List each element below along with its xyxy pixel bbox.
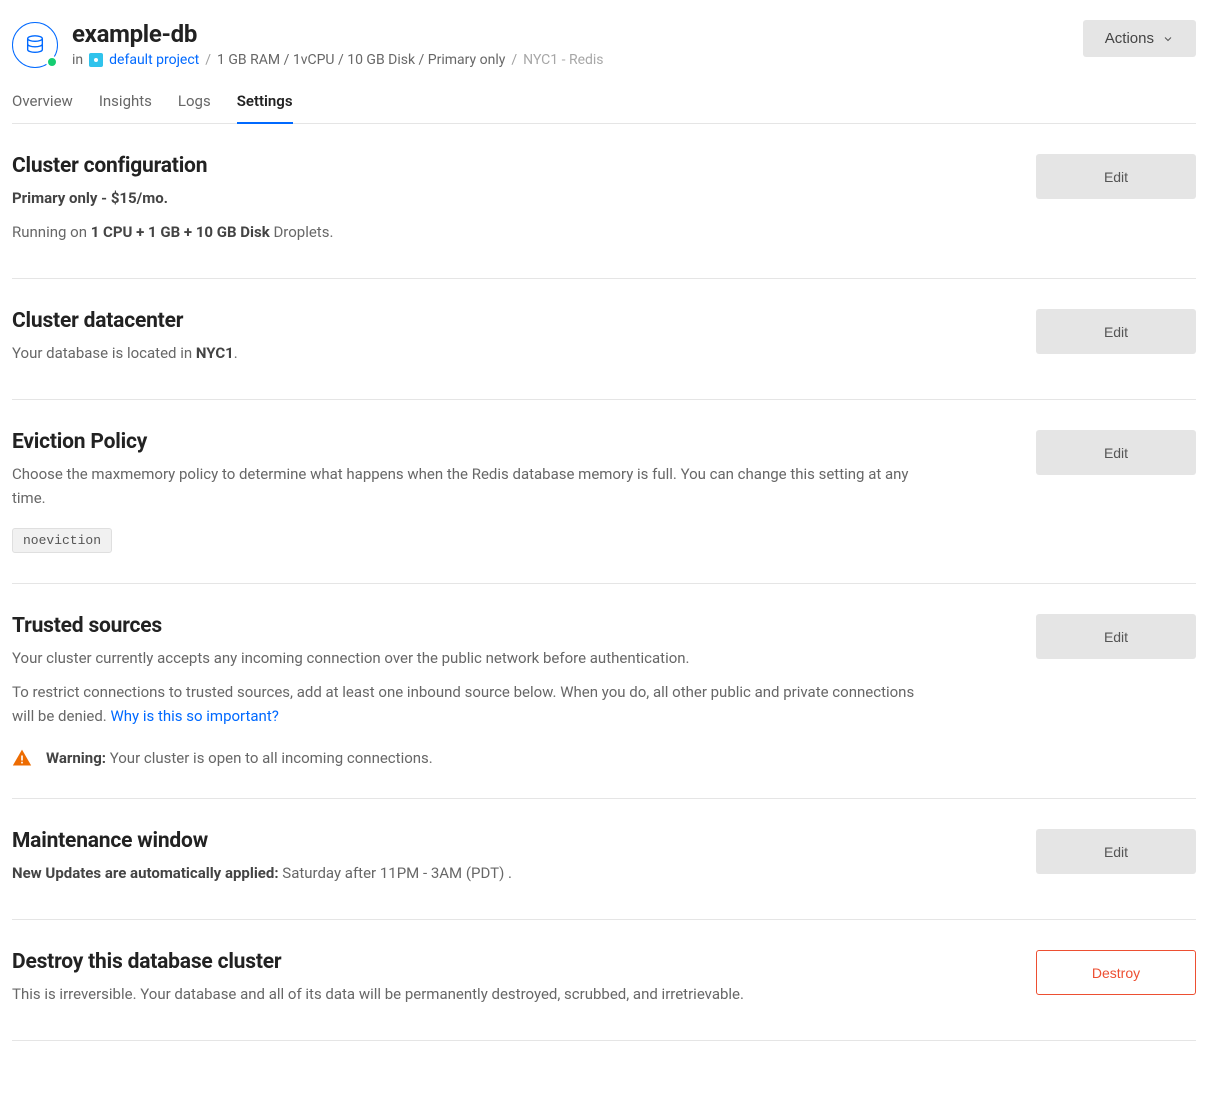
section-title: Eviction Policy xyxy=(12,430,932,454)
section-cluster-datacenter: Cluster datacenter Your database is loca… xyxy=(12,279,1196,400)
database-icon xyxy=(12,22,58,68)
separator-icon: / xyxy=(511,52,517,68)
header-left: example-db in default project / 1 GB RAM… xyxy=(12,20,604,68)
datacenter-text: Your database is located in NYC1. xyxy=(12,341,932,365)
tab-insights[interactable]: Insights xyxy=(99,92,152,124)
destroy-button[interactable]: Destroy xyxy=(1036,950,1196,995)
tabs: Overview Insights Logs Settings xyxy=(12,92,1196,124)
edit-button[interactable]: Edit xyxy=(1036,614,1196,659)
section-eviction-policy: Eviction Policy Choose the maxmemory pol… xyxy=(12,400,1196,584)
tab-settings[interactable]: Settings xyxy=(237,92,293,124)
running-text: Running on 1 CPU + 1 GB + 10 GB Disk Dro… xyxy=(12,220,932,244)
edit-button[interactable]: Edit xyxy=(1036,309,1196,354)
meta-in: in xyxy=(72,52,83,68)
maintenance-text: New Updates are automatically applied: S… xyxy=(12,861,932,885)
title-block: example-db in default project / 1 GB RAM… xyxy=(72,20,604,68)
section-title: Maintenance window xyxy=(12,829,932,853)
edit-button[interactable]: Edit xyxy=(1036,829,1196,874)
region-engine: NYC1 - Redis xyxy=(523,52,603,68)
destroy-desc: This is irreversible. Your database and … xyxy=(12,982,932,1006)
eviction-desc: Choose the maxmemory policy to determine… xyxy=(12,462,932,510)
tab-overview[interactable]: Overview xyxy=(12,92,73,124)
project-icon xyxy=(89,53,103,67)
section-destroy: Destroy this database cluster This is ir… xyxy=(12,920,1196,1041)
separator-icon: / xyxy=(205,52,211,68)
actions-label: Actions xyxy=(1105,30,1154,47)
chevron-down-icon xyxy=(1162,33,1174,45)
warning-row: Warning: Your cluster is open to all inc… xyxy=(12,748,932,768)
section-cluster-configuration: Cluster configuration Primary only - $15… xyxy=(12,124,1196,279)
status-dot-icon xyxy=(46,56,58,68)
trusted-desc1: Your cluster currently accepts any incom… xyxy=(12,646,932,670)
trusted-desc2: To restrict connections to trusted sourc… xyxy=(12,680,932,728)
section-title: Cluster configuration xyxy=(12,154,932,178)
warning-text: Warning: Your cluster is open to all inc… xyxy=(46,749,433,767)
section-trusted-sources: Trusted sources Your cluster currently a… xyxy=(12,584,1196,799)
section-title: Destroy this database cluster xyxy=(12,950,932,974)
page-title: example-db xyxy=(72,20,604,48)
eviction-policy-tag: noeviction xyxy=(12,528,112,553)
edit-button[interactable]: Edit xyxy=(1036,154,1196,199)
plan-text: Primary only - $15/mo. xyxy=(12,189,168,207)
spec-text: 1 GB RAM / 1vCPU / 10 GB Disk / Primary … xyxy=(217,52,505,68)
actions-button[interactable]: Actions xyxy=(1083,20,1196,57)
why-important-link[interactable]: Why is this so important? xyxy=(110,707,278,725)
page-header: example-db in default project / 1 GB RAM… xyxy=(12,20,1196,68)
edit-button[interactable]: Edit xyxy=(1036,430,1196,475)
warning-icon xyxy=(12,748,32,768)
project-link[interactable]: default project xyxy=(109,52,199,68)
section-maintenance-window: Maintenance window New Updates are autom… xyxy=(12,799,1196,920)
section-title: Trusted sources xyxy=(12,614,932,638)
tab-logs[interactable]: Logs xyxy=(178,92,211,124)
section-title: Cluster datacenter xyxy=(12,309,932,333)
meta-line: in default project / 1 GB RAM / 1vCPU / … xyxy=(72,52,604,68)
